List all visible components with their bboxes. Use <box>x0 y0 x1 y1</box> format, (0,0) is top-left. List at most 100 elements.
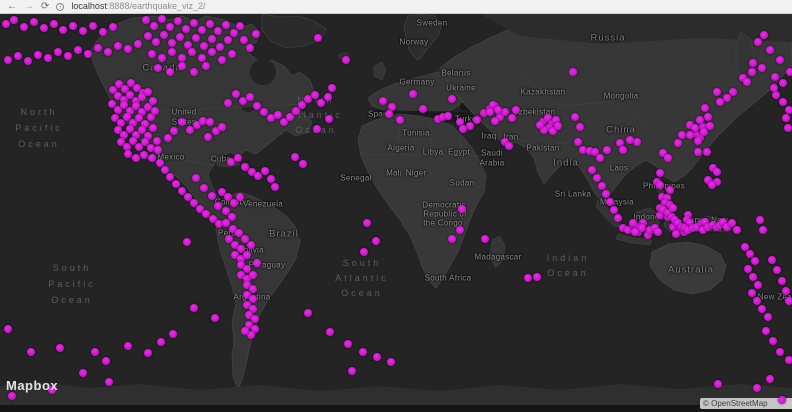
earthquake-dot[interactable] <box>27 348 35 356</box>
earthquake-dot[interactable] <box>773 266 781 274</box>
earthquake-dot[interactable] <box>246 44 254 52</box>
earthquake-dot[interactable] <box>144 349 152 357</box>
earthquake-dot[interactable] <box>240 36 248 44</box>
earthquake-dot[interactable] <box>694 148 702 156</box>
earthquake-dot[interactable] <box>459 125 467 133</box>
earthquake-dot[interactable] <box>758 305 766 313</box>
earthquake-dot[interactable] <box>768 256 776 264</box>
earthquake-dot[interactable] <box>743 78 751 86</box>
earthquake-dot[interactable] <box>716 98 724 106</box>
earthquake-dot[interactable] <box>713 168 721 176</box>
earthquake-dot[interactable] <box>779 79 787 87</box>
earthquake-dot[interactable] <box>249 271 257 279</box>
earthquake-dot[interactable] <box>512 106 520 114</box>
earthquake-dot[interactable] <box>694 137 702 145</box>
earthquake-dot[interactable] <box>69 22 77 30</box>
earthquake-dot[interactable] <box>267 175 275 183</box>
earthquake-dot[interactable] <box>328 84 336 92</box>
earthquake-dot[interactable] <box>44 54 52 62</box>
earthquake-dot[interactable] <box>160 31 168 39</box>
earthquake-dot[interactable] <box>749 59 757 67</box>
earthquake-dot[interactable] <box>602 190 610 198</box>
earthquake-dot[interactable] <box>204 133 212 141</box>
earthquake-dot[interactable] <box>178 62 186 70</box>
earthquake-dot[interactable] <box>228 50 236 58</box>
earthquake-dot[interactable] <box>304 309 312 317</box>
earthquake-dot[interactable] <box>311 91 319 99</box>
earthquake-dot[interactable] <box>151 107 159 115</box>
earthquake-dot[interactable] <box>246 93 254 101</box>
earthquake-dot[interactable] <box>748 68 756 76</box>
earthquake-dot[interactable] <box>140 151 148 159</box>
earthquake-dot[interactable] <box>200 42 208 50</box>
earthquake-dot[interactable] <box>59 26 67 34</box>
earthquake-dot[interactable] <box>614 214 622 222</box>
earthquake-dot[interactable] <box>753 384 761 392</box>
earthquake-dot[interactable] <box>387 358 395 366</box>
earthquake-dot[interactable] <box>224 99 232 107</box>
earthquake-dot[interactable] <box>588 166 596 174</box>
earthquake-dot[interactable] <box>132 154 140 162</box>
earthquake-dot[interactable] <box>176 33 184 41</box>
earthquake-dot[interactable] <box>342 56 350 64</box>
earthquake-dot[interactable] <box>576 123 584 131</box>
earthquake-dot[interactable] <box>419 105 427 113</box>
earthquake-dot[interactable] <box>54 48 62 56</box>
earthquake-dot[interactable] <box>74 46 82 54</box>
earthquake-dot[interactable] <box>236 193 244 201</box>
earthquake-dot[interactable] <box>669 204 677 212</box>
earthquake-dot[interactable] <box>183 238 191 246</box>
earthquake-dot[interactable] <box>748 289 756 297</box>
earthquake-dot[interactable] <box>626 136 634 144</box>
earthquake-dot[interactable] <box>291 153 299 161</box>
earthquake-dot[interactable] <box>359 348 367 356</box>
earthquake-dot[interactable] <box>40 24 48 32</box>
earthquake-dot[interactable] <box>144 88 152 96</box>
earthquake-dot[interactable] <box>372 237 380 245</box>
earthquake-dot[interactable] <box>252 30 260 38</box>
earthquake-dot[interactable] <box>473 116 481 124</box>
earthquake-dot[interactable] <box>206 20 214 28</box>
earthquake-dot[interactable] <box>149 97 157 105</box>
earthquake-dot[interactable] <box>569 68 577 76</box>
url-field[interactable]: localhost:8888/earthquake_viz_2/ <box>71 2 205 11</box>
earthquake-dot[interactable] <box>200 184 208 192</box>
earthquake-dot[interactable] <box>696 116 704 124</box>
earthquake-dot[interactable] <box>216 43 224 51</box>
earthquake-dot[interactable] <box>633 138 641 146</box>
earthquake-dot[interactable] <box>158 15 166 23</box>
earthquake-dot[interactable] <box>756 216 764 224</box>
earthquake-dot[interactable] <box>190 19 198 27</box>
earthquake-dot[interactable] <box>222 21 230 29</box>
earthquake-dot[interactable] <box>150 22 158 30</box>
earthquake-dot[interactable] <box>208 192 216 200</box>
earthquake-dot[interactable] <box>188 48 196 56</box>
earthquake-dot[interactable] <box>701 104 709 112</box>
earthquake-dot[interactable] <box>593 174 601 182</box>
earthquake-dot[interactable] <box>192 34 200 42</box>
earthquake-dot[interactable] <box>360 248 368 256</box>
earthquake-dot[interactable] <box>656 181 664 189</box>
earthquake-dot[interactable] <box>324 93 332 101</box>
earthquake-dot[interactable] <box>208 35 216 43</box>
earthquake-dot[interactable] <box>164 134 172 142</box>
earthquake-dot[interactable] <box>744 265 752 273</box>
earthquake-dot[interactable] <box>448 235 456 243</box>
earthquake-dot[interactable] <box>782 114 790 122</box>
earthquake-dot[interactable] <box>243 251 251 259</box>
earthquake-dot[interactable] <box>218 123 226 131</box>
earthquake-dot[interactable] <box>703 148 711 156</box>
earthquake-dot[interactable] <box>409 90 417 98</box>
earthquake-dot[interactable] <box>168 39 176 47</box>
earthquake-dot[interactable] <box>785 297 792 305</box>
earthquake-dot[interactable] <box>34 51 42 59</box>
earthquake-dot[interactable] <box>124 45 132 53</box>
earthquake-dot[interactable] <box>373 353 381 361</box>
earthquake-dot[interactable] <box>2 20 10 28</box>
earthquake-dot[interactable] <box>574 138 582 146</box>
earthquake-dot[interactable] <box>190 304 198 312</box>
earthquake-dot[interactable] <box>166 23 174 31</box>
earthquake-dot[interactable] <box>751 257 759 265</box>
earthquake-dot[interactable] <box>524 274 532 282</box>
earthquake-dot[interactable] <box>785 356 792 364</box>
